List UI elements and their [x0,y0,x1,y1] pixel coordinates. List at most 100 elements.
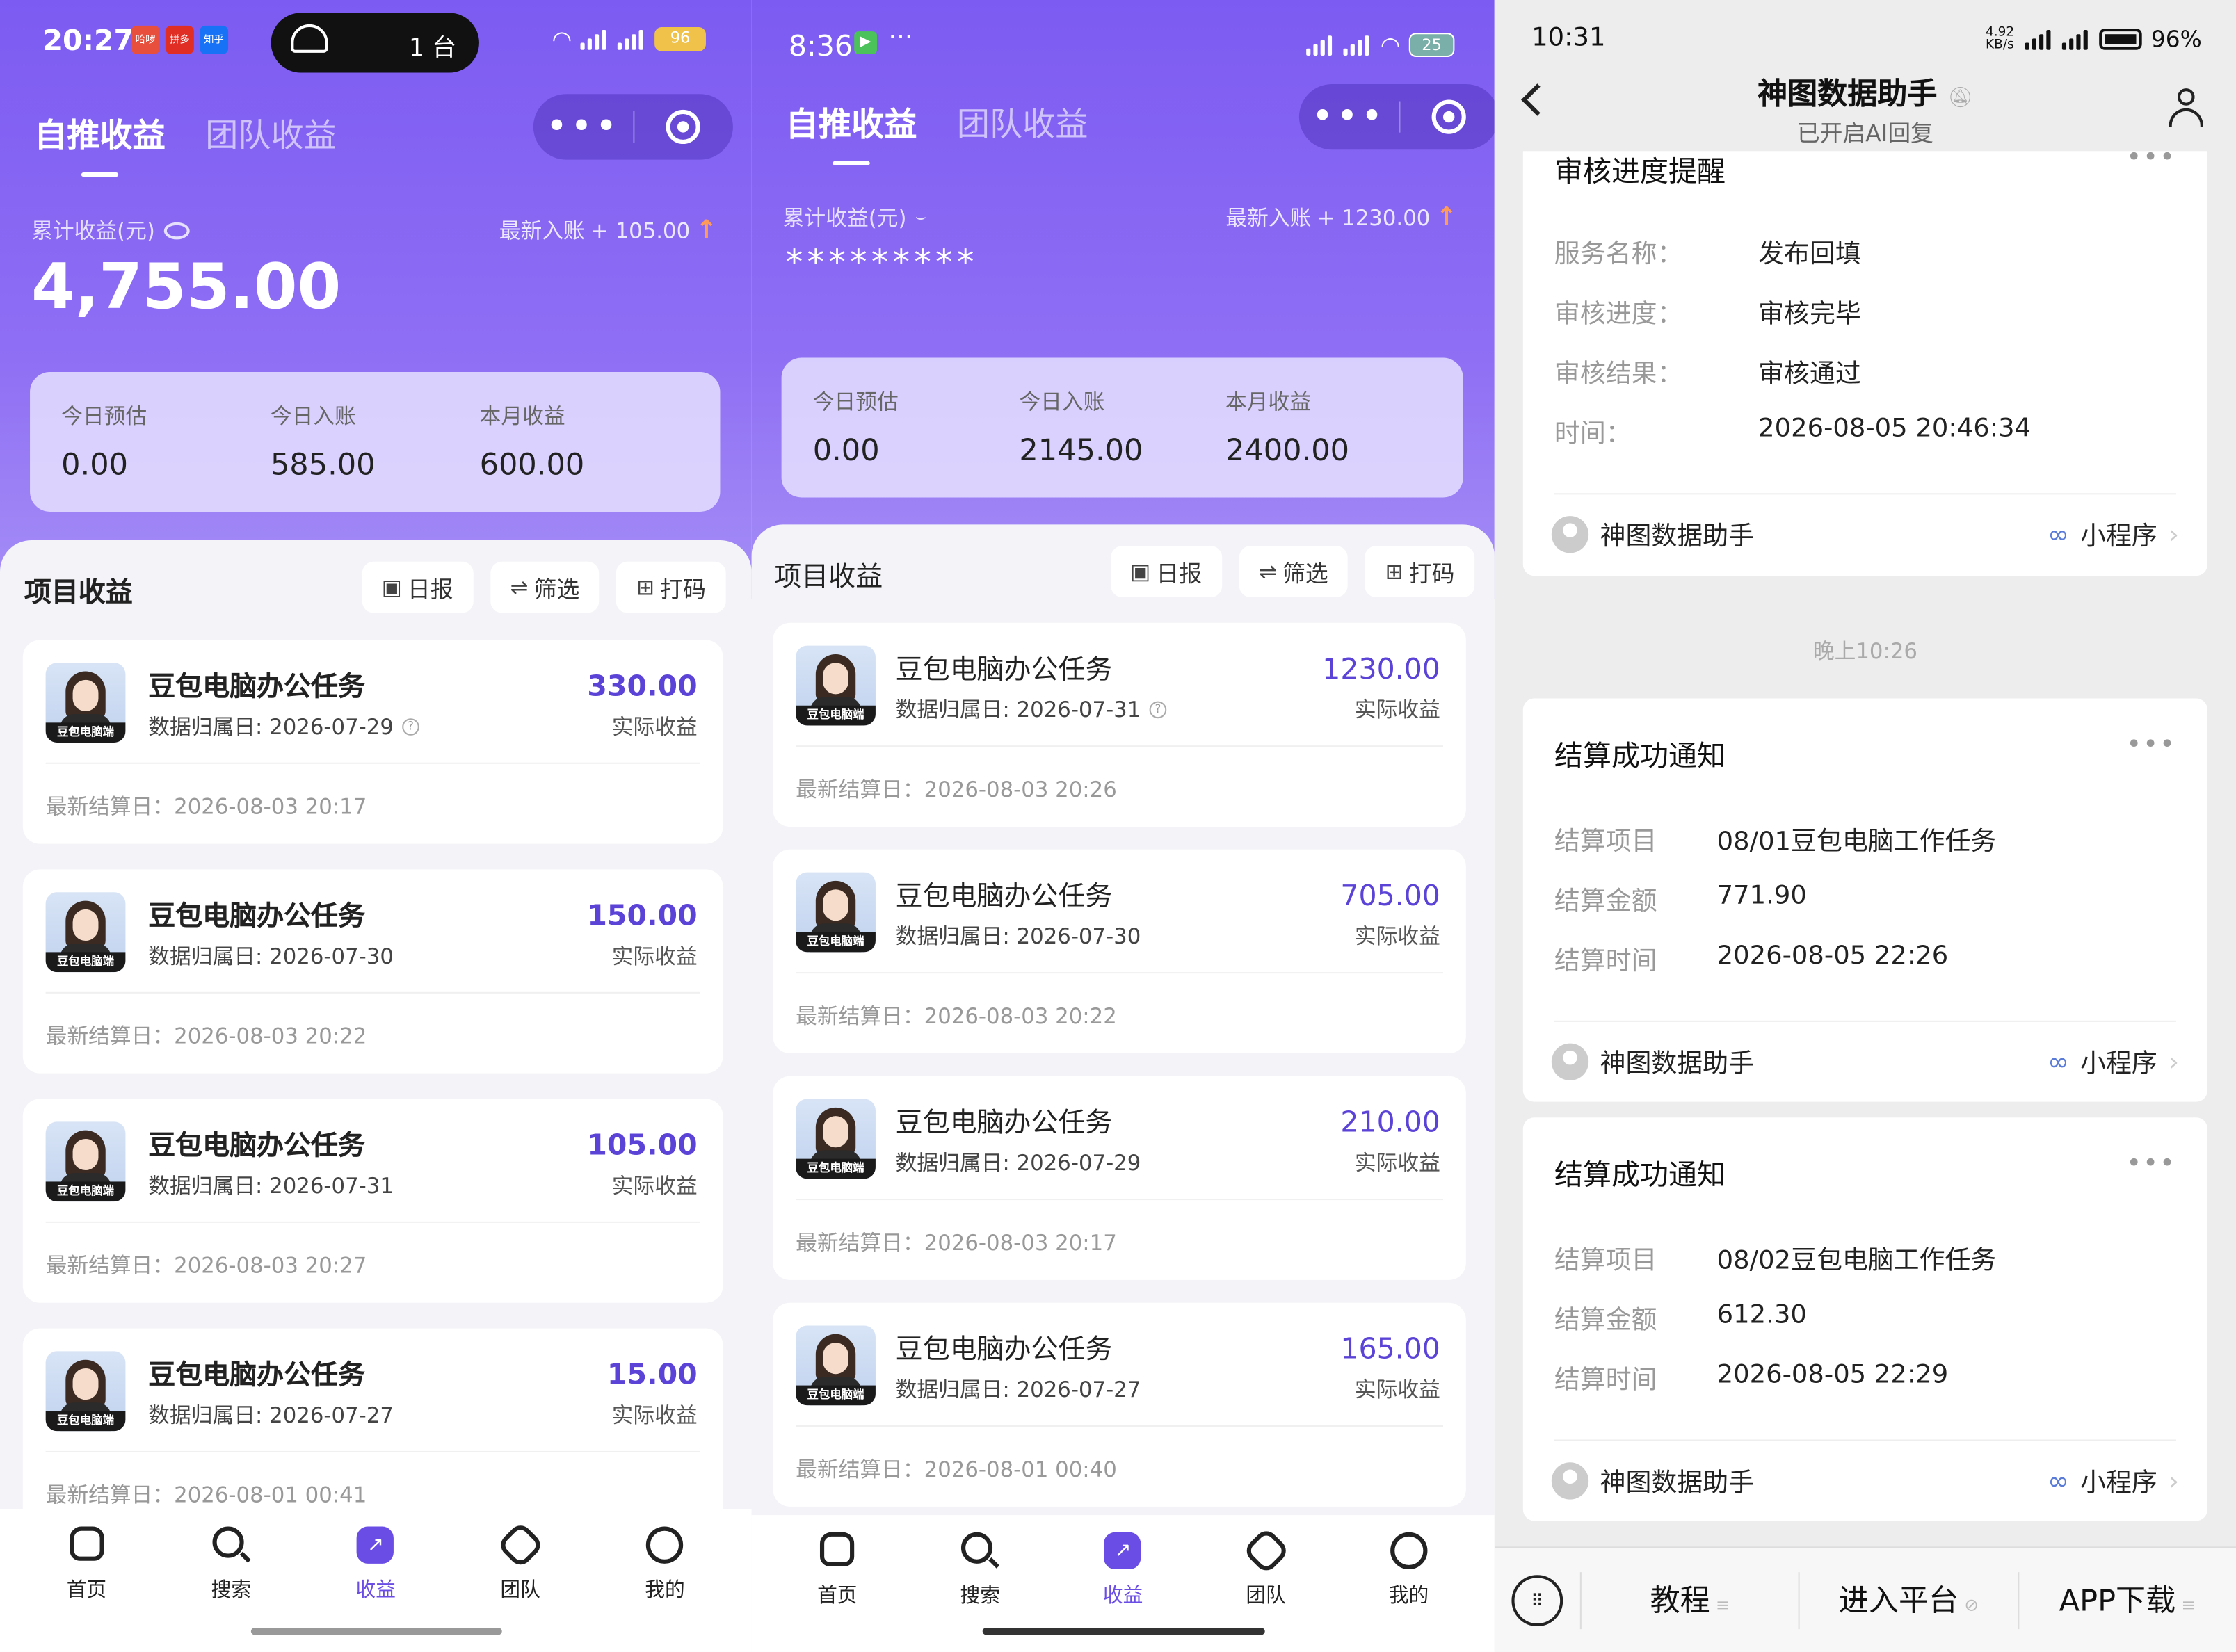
avatar: 豆包电脑端 [45,1351,126,1432]
stats-box: 今日预估 0.00 今日入账 2145.00 本月收益 2400.00 [781,357,1463,498]
latest-income-value: + 1230.00 [1317,204,1431,231]
status-time: 10:31 [1531,22,1606,53]
tab-self-earnings[interactable]: 自推收益 [34,108,166,177]
daily-report-button[interactable]: ▣ 日报 [1110,546,1222,597]
tab-team-earnings[interactable]: 团队收益 [205,108,337,177]
daily-report-button[interactable]: ▣ 日报 [362,561,474,613]
eye-closed-icon[interactable]: ⌣ [915,206,926,228]
status-time: 20:27 [42,22,134,57]
earning-card[interactable]: 豆包电脑端 豆包电脑办公任务 数据归属日: 2026-07-31? 1230.0… [773,622,1466,827]
card-title: 结算成功通知 [1554,738,1726,773]
card-task-name: 豆包电脑办公任务 [148,900,365,932]
section-actions: ▣ 日报 ⇌ 筛选 ⊞ 打码 [1110,546,1475,597]
settlement-notice-card[interactable]: 结算成功通知 ••• 结算项目 08/02豆包电脑工作任务 结算金额 612.30 … [1522,1117,2208,1521]
calendar-icon: ▣ [1130,558,1151,585]
earning-card[interactable]: 豆包电脑端 豆包电脑办公任务 数据归属日: 2026-07-27 15.00 实… [22,1328,723,1532]
search-icon [210,1523,253,1566]
card-task-name: 豆包电脑办公任务 [895,1334,1113,1366]
tab-team-earnings[interactable]: 团队收益 [957,97,1088,165]
menu-lines-icon: ≡ [1715,1594,1730,1614]
card-amount: 330.00 [587,668,698,703]
app-badge-icon: 哈啰 [131,25,160,54]
menu-app-download[interactable]: APP下载 ≡ [2017,1571,2236,1629]
total-earnings: 4,755.00 [31,250,341,324]
mask-button[interactable]: ⊞ 打码 [1365,546,1475,597]
nav-home[interactable]: 首页 [780,1515,894,1652]
nav-profile[interactable]: 我的 [608,1509,722,1652]
eye-icon[interactable] [163,221,190,239]
earnings-tabs: 自推收益 团队收益 [34,108,337,177]
close-miniprogram-icon[interactable] [1399,99,1494,134]
tab-self-earnings[interactable]: 自推收益 [786,97,917,165]
card-settle-date: 最新结算日：2026-08-01 00:40 [796,1457,1117,1482]
card-amount: 705.00 [1340,877,1440,912]
avatar: 豆包电脑端 [45,892,126,973]
earning-card[interactable]: 豆包电脑端 豆包电脑办公任务 数据归属日: 2026-07-30 150.00 … [22,869,723,1074]
review-notice-card[interactable]: 审核进度提醒 ••• 服务名称： 发布回填 审核进度： 审核完毕 审核结果： 审核通过… [1522,122,2208,576]
status-bar: 8:36 ▶ ··· ◠ 25 [752,0,1495,80]
more-notifications-icon: ··· [888,22,913,53]
avatar: 豆包电脑端 [796,1325,876,1406]
chevron-right-icon: › [2169,1466,2180,1496]
link-icon: ⊘ [1964,1594,1979,1614]
calendar-icon: ▣ [381,574,402,601]
earning-card[interactable]: 豆包电脑端 豆包电脑办公任务 数据归属日: 2026-07-29 210.00 … [773,1076,1466,1280]
card-task-name: 豆包电脑办公任务 [148,671,365,703]
nav-home[interactable]: 首页 [29,1509,143,1652]
bottom-nav: 首页 搜索 ↗ 收益 团队 我的 [0,1509,752,1652]
settle-row: 结算时间 2026-08-05 22:26 [1554,941,1949,977]
battery-icon: 25 [1408,33,1455,57]
card-footer[interactable]: 神图数据助手 ∞ 小程序 › [1551,516,2179,553]
close-miniprogram-icon[interactable] [634,109,733,145]
more-icon[interactable]: ••• [2126,730,2175,760]
battery-icon [2100,29,2143,50]
wifi-icon: ◠ [1380,31,1401,59]
card-footer[interactable]: 神图数据助手 ∞ 小程序 › [1551,1462,2180,1500]
earnings-tabs: 自推收益 团队收益 [786,97,1088,165]
mute-bell-icon: 🔕︎ [1947,87,1973,110]
more-icon[interactable]: ••• [2126,1149,2175,1179]
more-icon[interactable]: ••• [533,94,633,159]
menu-enter-platform[interactable]: 进入平台 ⊘ [1799,1571,2017,1629]
qr-icon: ⊞ [1385,558,1403,585]
card-settle-date: 最新结算日：2026-08-03 20:17 [45,793,367,820]
earnings-screen-1: 20:27 哈啰 拼多多 知乎 1 台 ◠ 96 自推收益 团队收益 ••• 累… [0,0,752,1652]
card-amount-label: 实际收益 [611,1173,698,1199]
profile-icon[interactable] [2168,88,2205,128]
help-icon: ? [1149,700,1167,718]
status-bar: 20:27 哈啰 拼多多 知乎 1 台 ◠ 96 [0,0,752,80]
chevron-right-icon: › [2169,1046,2180,1077]
play-icon: ▶ [854,31,877,54]
avatar: 豆包电脑端 [796,645,876,726]
menu-tutorial[interactable]: 教程 ≡ [1579,1571,1799,1629]
stat-today-income: 今日入账 585.00 [270,403,376,482]
status-bar: 10:31 4.92 KB/s 96% [1495,0,2236,80]
latest-income: 最新入账 + 105.00 ↑ [499,215,718,245]
filter-button[interactable]: ⇌ 筛选 [1239,546,1349,597]
signal-icon [2062,29,2091,49]
keyboard-toggle[interactable]: ⠿ [1495,1574,1580,1626]
earning-card[interactable]: 豆包电脑端 豆包电脑办公任务 数据归属日: 2026-07-30 705.00 … [773,849,1466,1053]
help-icon: ? [402,718,419,735]
card-data-date: 数据归属日: 2026-07-30 [148,944,394,969]
card-amount: 105.00 [587,1127,698,1162]
filter-button[interactable]: ⇌ 筛选 [490,561,600,613]
card-amount-label: 实际收益 [611,1402,698,1429]
card-task-name: 豆包电脑办公任务 [895,654,1113,686]
earning-card[interactable]: 豆包电脑端 豆包电脑办公任务 数据归属日: 2026-07-31 105.00 … [22,1099,723,1303]
card-amount: 1230.00 [1322,651,1440,686]
more-icon[interactable]: ••• [1299,84,1399,149]
signal-icon [1343,35,1372,55]
latest-income-value: + 105.00 [590,217,691,243]
menu-lines-icon: ≡ [2181,1594,2196,1614]
settlement-notice-card[interactable]: 结算成功通知 ••• 结算项目 08/01豆包电脑工作任务 结算金额 771.90 … [1522,698,2208,1102]
card-data-date: 数据归属日: 2026-07-29? [148,711,419,741]
mask-button[interactable]: ⊞ 打码 [616,561,726,613]
stat-month-earnings: 本月收益 2400.00 [1225,389,1350,468]
battery-percent: 96% [2150,25,2202,53]
network-speed: 4.92 KB/s [1986,24,2015,52]
earning-card[interactable]: 豆包电脑端 豆包电脑办公任务 数据归属日: 2026-07-29? 330.00… [22,640,723,844]
earning-card[interactable]: 豆包电脑端 豆包电脑办公任务 数据归属日: 2026-07-27 165.00 … [773,1302,1466,1507]
nav-profile[interactable]: 我的 [1351,1515,1465,1652]
card-footer[interactable]: 神图数据助手 ∞ 小程序 › [1551,1043,2180,1080]
